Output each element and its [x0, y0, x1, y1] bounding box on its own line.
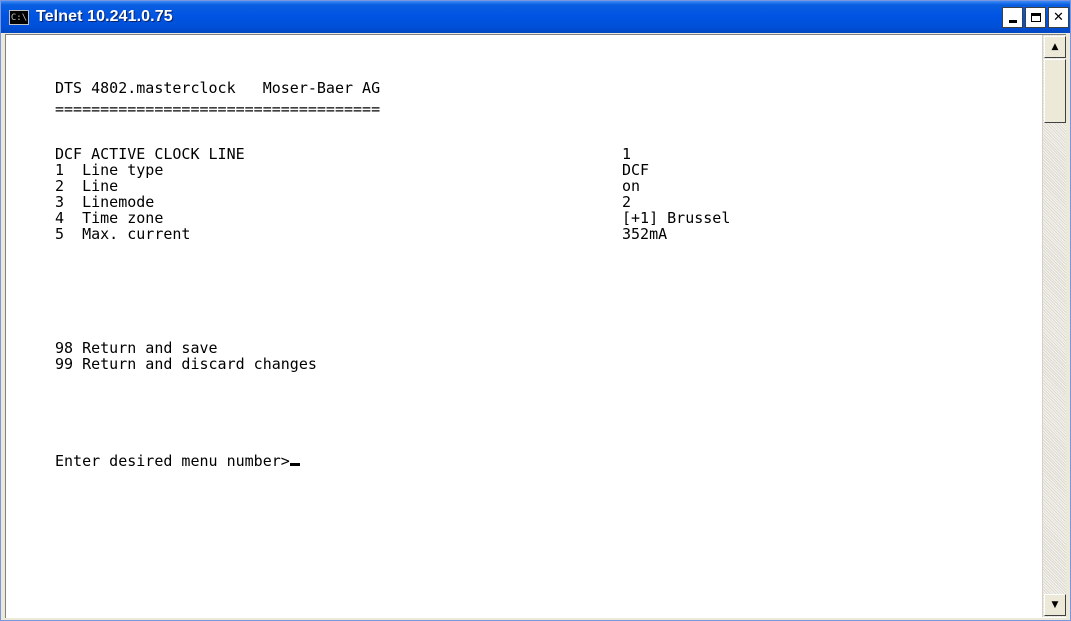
terminal-client-area[interactable]: DTS 4802.masterclock Moser-Baer AG =====…: [5, 34, 1066, 618]
menu-item-line: 2 Line: [55, 177, 119, 195]
header-separator: ====================================: [55, 100, 381, 118]
menu-item-line-type: 1 Line type: [55, 161, 164, 179]
close-icon: ✕: [1053, 10, 1064, 25]
prompt-text: Enter desired menu number>: [55, 452, 290, 470]
vertical-scrollbar[interactable]: ▲ ▼: [1042, 35, 1066, 617]
close-button[interactable]: ✕: [1048, 7, 1069, 28]
scroll-thumb[interactable]: [1044, 59, 1066, 123]
text-cursor: [289, 463, 300, 466]
menu-item-return-save: 98 Return and save: [55, 339, 218, 357]
terminal-header: DTS 4802.masterclock Moser-Baer AG: [55, 79, 381, 97]
minimize-button[interactable]: [1002, 7, 1023, 28]
window-title: Telnet 10.241.0.75: [36, 8, 173, 25]
scroll-down-button[interactable]: ▼: [1044, 594, 1066, 616]
section-value: 1: [622, 145, 632, 163]
scroll-up-button[interactable]: ▲: [1044, 36, 1066, 58]
title-bar[interactable]: C:\ Telnet 10.241.0.75 ✕: [1, 1, 1070, 33]
menu-value-max-current: 352mA: [622, 225, 668, 243]
menu-value-time-zone: [+1] Brussel: [622, 209, 731, 227]
minimize-icon: [1008, 20, 1017, 23]
command-prompt[interactable]: Enter desired menu number>: [55, 454, 300, 469]
telnet-window: C:\ Telnet 10.241.0.75 ✕ DTS 4802.master…: [0, 0, 1071, 621]
menu-item-time-zone: 4 Time zone: [55, 209, 164, 227]
maximize-icon: [1030, 13, 1041, 22]
caption-buttons: ✕: [1002, 7, 1069, 28]
menu-item-linemode: 3 Linemode: [55, 193, 155, 211]
console-icon[interactable]: C:\: [9, 9, 29, 25]
maximize-button[interactable]: [1025, 7, 1046, 28]
menu-value-linemode: 2: [622, 193, 632, 211]
arrow-up-icon: ▲: [1051, 42, 1059, 52]
menu-item-return-discard: 99 Return and discard changes: [55, 355, 317, 373]
section-title: DCF ACTIVE CLOCK LINE: [55, 145, 245, 163]
arrow-down-icon: ▼: [1051, 600, 1059, 610]
menu-value-line-type: DCF: [622, 161, 650, 179]
terminal-screen[interactable]: DTS 4802.masterclock Moser-Baer AG =====…: [6, 35, 1040, 617]
menu-value-line: on: [622, 177, 641, 195]
menu-item-max-current: 5 Max. current: [55, 225, 191, 243]
